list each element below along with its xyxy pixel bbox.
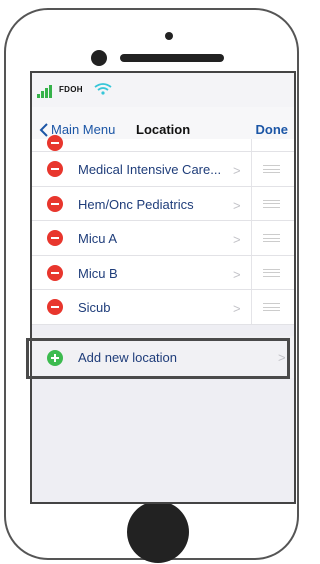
- carrier-name: FDOH: [59, 85, 83, 94]
- list-item-partial: [32, 135, 294, 152]
- add-location-label: Add new location: [78, 350, 178, 365]
- minus-circle-icon[interactable]: [47, 264, 63, 281]
- list-item[interactable]: Medical Intensive Care... >: [32, 152, 294, 187]
- chevron-right-icon: >: [233, 197, 241, 213]
- chevron-right-icon: >: [233, 266, 241, 282]
- reorder-grip-icon[interactable]: [263, 199, 280, 208]
- list-item[interactable]: Sicub >: [32, 290, 294, 325]
- page-title: Location: [136, 122, 191, 137]
- minus-circle-icon[interactable]: [47, 135, 63, 151]
- chevron-right-icon: >: [233, 163, 241, 178]
- column-divider: [251, 139, 252, 151]
- status-bar: FDOH: [32, 73, 294, 107]
- location-label: Medical Intensive Care...: [78, 162, 222, 177]
- reorder-grip-icon[interactable]: [263, 234, 280, 242]
- location-label: Hem/Onc Pediatrics: [78, 196, 194, 212]
- reorder-grip-icon[interactable]: [263, 268, 280, 277]
- reorder-grip-icon[interactable]: [263, 165, 280, 173]
- chevron-right-icon: >: [233, 232, 241, 247]
- column-divider: [251, 186, 252, 220]
- camera-dot: [165, 32, 173, 40]
- back-button[interactable]: Main Menu: [39, 122, 115, 137]
- column-divider: [251, 290, 252, 324]
- done-button[interactable]: Done: [256, 122, 289, 137]
- chevron-right-icon: >: [233, 301, 241, 316]
- minus-circle-icon[interactable]: [47, 161, 63, 177]
- minus-circle-icon[interactable]: [47, 299, 63, 315]
- minus-circle-icon[interactable]: [47, 195, 63, 212]
- column-divider: [251, 255, 252, 289]
- add-location-button[interactable]: Add new location >: [32, 336, 294, 378]
- front-sensor: [91, 50, 107, 66]
- location-list: Medical Intensive Care... > Hem/Onc Pedi…: [32, 152, 294, 325]
- location-label: Sicub: [78, 300, 111, 315]
- location-label: Micu A: [78, 231, 118, 246]
- signal-strength-icon: [37, 85, 52, 98]
- back-button-label: Main Menu: [51, 122, 116, 137]
- list-item[interactable]: Micu A >: [32, 221, 294, 256]
- minus-circle-icon[interactable]: [47, 230, 63, 246]
- column-divider: [251, 152, 252, 186]
- list-item[interactable]: Hem/Onc Pediatrics >: [32, 186, 294, 221]
- location-label: Micu B: [78, 265, 118, 281]
- wifi-icon: [94, 83, 112, 95]
- chevron-left-icon: [39, 122, 48, 137]
- plus-circle-icon: [47, 350, 63, 366]
- earpiece-speaker: [120, 54, 224, 62]
- home-button[interactable]: [127, 501, 189, 563]
- reorder-grip-icon[interactable]: [263, 303, 280, 311]
- list-item[interactable]: Micu B >: [32, 255, 294, 290]
- chevron-right-icon: >: [278, 350, 286, 365]
- column-divider: [251, 221, 252, 255]
- app-screen: FDOH Main Menu Location Done Medical Int…: [30, 71, 296, 504]
